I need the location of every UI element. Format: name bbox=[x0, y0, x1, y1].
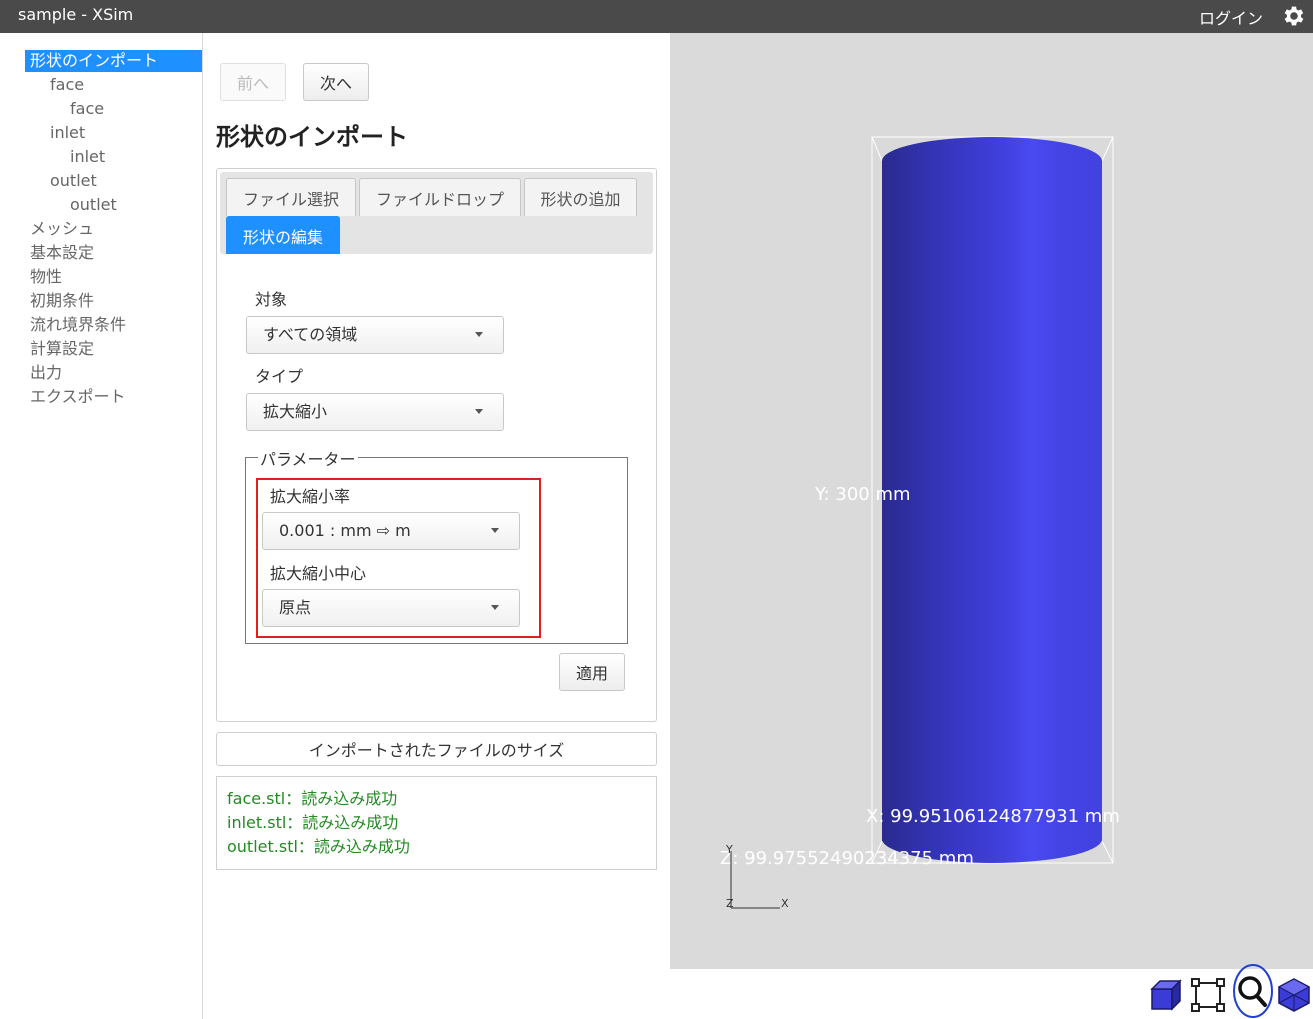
login-link[interactable]: ログイン bbox=[1199, 5, 1263, 29]
prev-button[interactable]: 前へ bbox=[220, 63, 286, 101]
sidebar-item-mesh[interactable]: メッシュ bbox=[30, 218, 94, 240]
sidebar-item-face[interactable]: face bbox=[50, 74, 84, 96]
main-panel: 前へ 次へ 形状のインポート ファイル選択 ファイルドロップ 形状の追加 形状の… bbox=[203, 33, 670, 1019]
sidebar-item-inlet[interactable]: inlet bbox=[50, 122, 85, 144]
import-log: face.stl：読み込み成功 inlet.stl：読み込み成功 outlet.… bbox=[216, 776, 657, 870]
axis-z-label: Z bbox=[726, 897, 734, 910]
sidebar-item-initial-conditions[interactable]: 初期条件 bbox=[30, 290, 94, 312]
chevron-down-icon bbox=[475, 332, 483, 337]
chevron-down-icon bbox=[475, 409, 483, 414]
scale-select[interactable]: 0.001 : mm ⇨ m bbox=[262, 512, 520, 550]
polyhedron-icon[interactable] bbox=[1274, 975, 1313, 1015]
sidebar-item-calc-settings[interactable]: 計算設定 bbox=[30, 338, 94, 360]
gear-icon[interactable] bbox=[1281, 3, 1307, 29]
app-title: sample - XSim bbox=[18, 5, 134, 24]
tab-edit-shape[interactable]: 形状の編集 bbox=[226, 216, 340, 254]
type-select[interactable]: 拡大縮小 bbox=[246, 393, 504, 431]
tab-panel: ファイル選択 ファイルドロップ 形状の追加 形状の編集 対象 すべての領域 タイ… bbox=[216, 168, 657, 722]
fit-bounds-icon[interactable] bbox=[1188, 975, 1228, 1015]
sidebar-item-inlet-child[interactable]: inlet bbox=[70, 146, 105, 168]
scale-label: 拡大縮小率 bbox=[270, 487, 351, 506]
imported-size-button[interactable]: インポートされたファイルのサイズ bbox=[216, 732, 657, 766]
axis-y-label: Y bbox=[726, 843, 733, 856]
sidebar-item-face-child[interactable]: face bbox=[70, 98, 104, 120]
tab-strip: ファイル選択 ファイルドロップ 形状の追加 形状の編集 bbox=[220, 172, 653, 254]
cylinder-render bbox=[871, 136, 1114, 864]
scale-select-value: 0.001 : mm ⇨ m bbox=[279, 521, 411, 540]
log-line: inlet.stl：読み込み成功 bbox=[227, 813, 399, 832]
sidebar: 形状のインポート face face inlet inlet outlet ou… bbox=[0, 33, 203, 1019]
scale-center-label: 拡大縮小中心 bbox=[270, 564, 367, 583]
zoom-icon[interactable] bbox=[1231, 963, 1275, 1019]
x-dimension-label: X: 99.95106124877931 mm bbox=[866, 806, 1120, 827]
sidebar-item-output[interactable]: 出力 bbox=[30, 362, 62, 384]
sidebar-item-export[interactable]: エクスポート bbox=[30, 386, 126, 408]
apply-button[interactable]: 適用 bbox=[559, 653, 625, 691]
log-line: outlet.stl：読み込み成功 bbox=[227, 837, 410, 856]
tab-file-drop[interactable]: ファイルドロップ bbox=[359, 178, 521, 216]
type-select-value: 拡大縮小 bbox=[263, 402, 328, 421]
next-button[interactable]: 次へ bbox=[303, 63, 369, 101]
cube-view-icon[interactable] bbox=[1146, 975, 1186, 1015]
page-title: 形状のインポート bbox=[216, 123, 408, 151]
3d-viewport[interactable]: Y: 300 mm X: 99.95106124877931 mm Z: 99.… bbox=[670, 33, 1313, 969]
sidebar-item-basic-settings[interactable]: 基本設定 bbox=[30, 242, 94, 264]
parameters-legend: パラメーター bbox=[258, 446, 358, 470]
axis-x-label: X bbox=[781, 897, 789, 910]
sidebar-item-properties[interactable]: 物性 bbox=[30, 266, 62, 288]
target-label: 対象 bbox=[255, 290, 288, 309]
tab-add-shape[interactable]: 形状の追加 bbox=[524, 178, 637, 216]
tab-file-select[interactable]: ファイル選択 bbox=[226, 178, 356, 216]
target-select[interactable]: すべての領域 bbox=[246, 316, 504, 354]
y-dimension-label: Y: 300 mm bbox=[815, 484, 911, 505]
sidebar-item-outlet[interactable]: outlet bbox=[50, 170, 97, 192]
chevron-down-icon bbox=[491, 605, 499, 610]
target-select-value: すべての領域 bbox=[263, 325, 358, 344]
view-toolbar bbox=[670, 964, 1313, 1019]
sidebar-item-flow-boundary[interactable]: 流れ境界条件 bbox=[30, 314, 126, 336]
title-bar: sample - XSim ログイン bbox=[0, 0, 1313, 33]
type-label: タイプ bbox=[255, 367, 304, 386]
sidebar-item-outlet-child[interactable]: outlet bbox=[70, 194, 117, 216]
scale-center-select[interactable]: 原点 bbox=[262, 589, 520, 627]
chevron-down-icon bbox=[491, 528, 499, 533]
scale-center-select-value: 原点 bbox=[279, 598, 312, 617]
log-line: face.stl：読み込み成功 bbox=[227, 789, 398, 808]
sidebar-item-shape-import[interactable]: 形状のインポート bbox=[25, 50, 202, 72]
